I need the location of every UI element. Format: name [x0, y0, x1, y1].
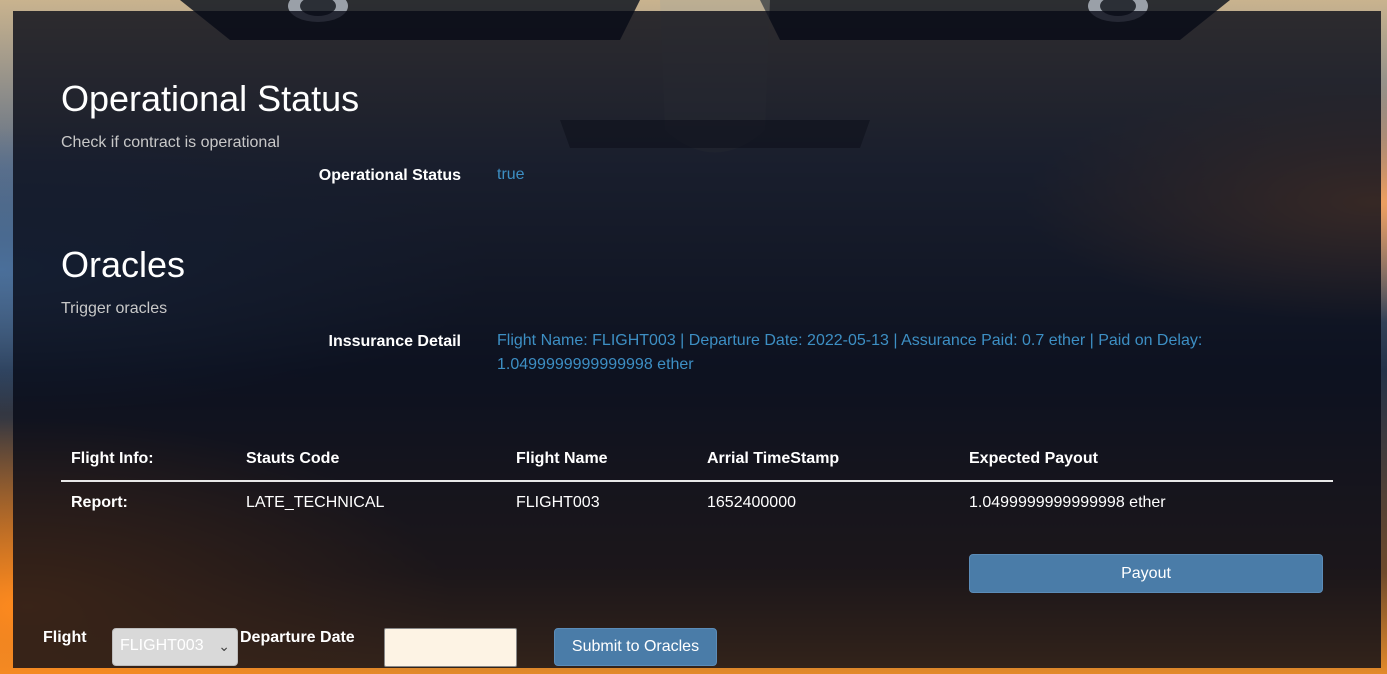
flight-select-value: FLIGHT003 [120, 637, 204, 654]
chevron-down-icon: ⌄ [218, 638, 230, 654]
report-arrival-timestamp: 1652400000 [707, 494, 796, 511]
payout-button[interactable]: Payout [969, 554, 1323, 593]
insurance-detail-value: Flight Name: FLIGHT003 | Departure Date:… [497, 332, 1203, 373]
column-header-expected-payout: Expected Payout [959, 442, 1333, 482]
main-panel: Operational Status Check if contract is … [13, 11, 1381, 668]
column-header-flight-name: Flight Name [506, 442, 697, 482]
table-row: Report: LATE_TECHNICAL FLIGHT003 1652400… [61, 481, 1333, 524]
oracles-title: Oracles [61, 244, 186, 285]
flight-label: Flight [43, 629, 87, 646]
report-status-code: LATE_TECHNICAL [246, 494, 385, 511]
column-header-status-code: Stauts Code [236, 442, 506, 482]
report-flight-name: FLIGHT003 [516, 494, 600, 511]
submit-to-oracles-button[interactable]: Submit to Oracles [554, 628, 717, 666]
departure-date-input[interactable] [384, 628, 517, 667]
departure-date-label: Departure Date [240, 629, 355, 646]
report-expected-payout: 1.0499999999999998 ether [969, 494, 1166, 511]
column-header-flight-info: Flight Info: [61, 442, 236, 482]
operational-status-label: Operational Status [318, 167, 461, 184]
column-header-arrival-timestamp: Arrial TimeStamp [697, 442, 959, 482]
flight-select[interactable]: FLIGHT003 ⌄ [112, 628, 238, 666]
operational-status-title: Operational Status [61, 78, 360, 119]
operational-status-value: true [497, 166, 525, 183]
table-header-row: Flight Info: Stauts Code Flight Name Arr… [61, 442, 1333, 482]
oracles-subtitle: Trigger oracles [61, 300, 168, 317]
insurance-detail-label: Inssurance Detail [328, 333, 462, 350]
operational-status-subtitle: Check if contract is operational [61, 134, 280, 151]
flight-report-table: Flight Info: Stauts Code Flight Name Arr… [61, 442, 1333, 524]
report-row-label: Report: [71, 494, 128, 511]
